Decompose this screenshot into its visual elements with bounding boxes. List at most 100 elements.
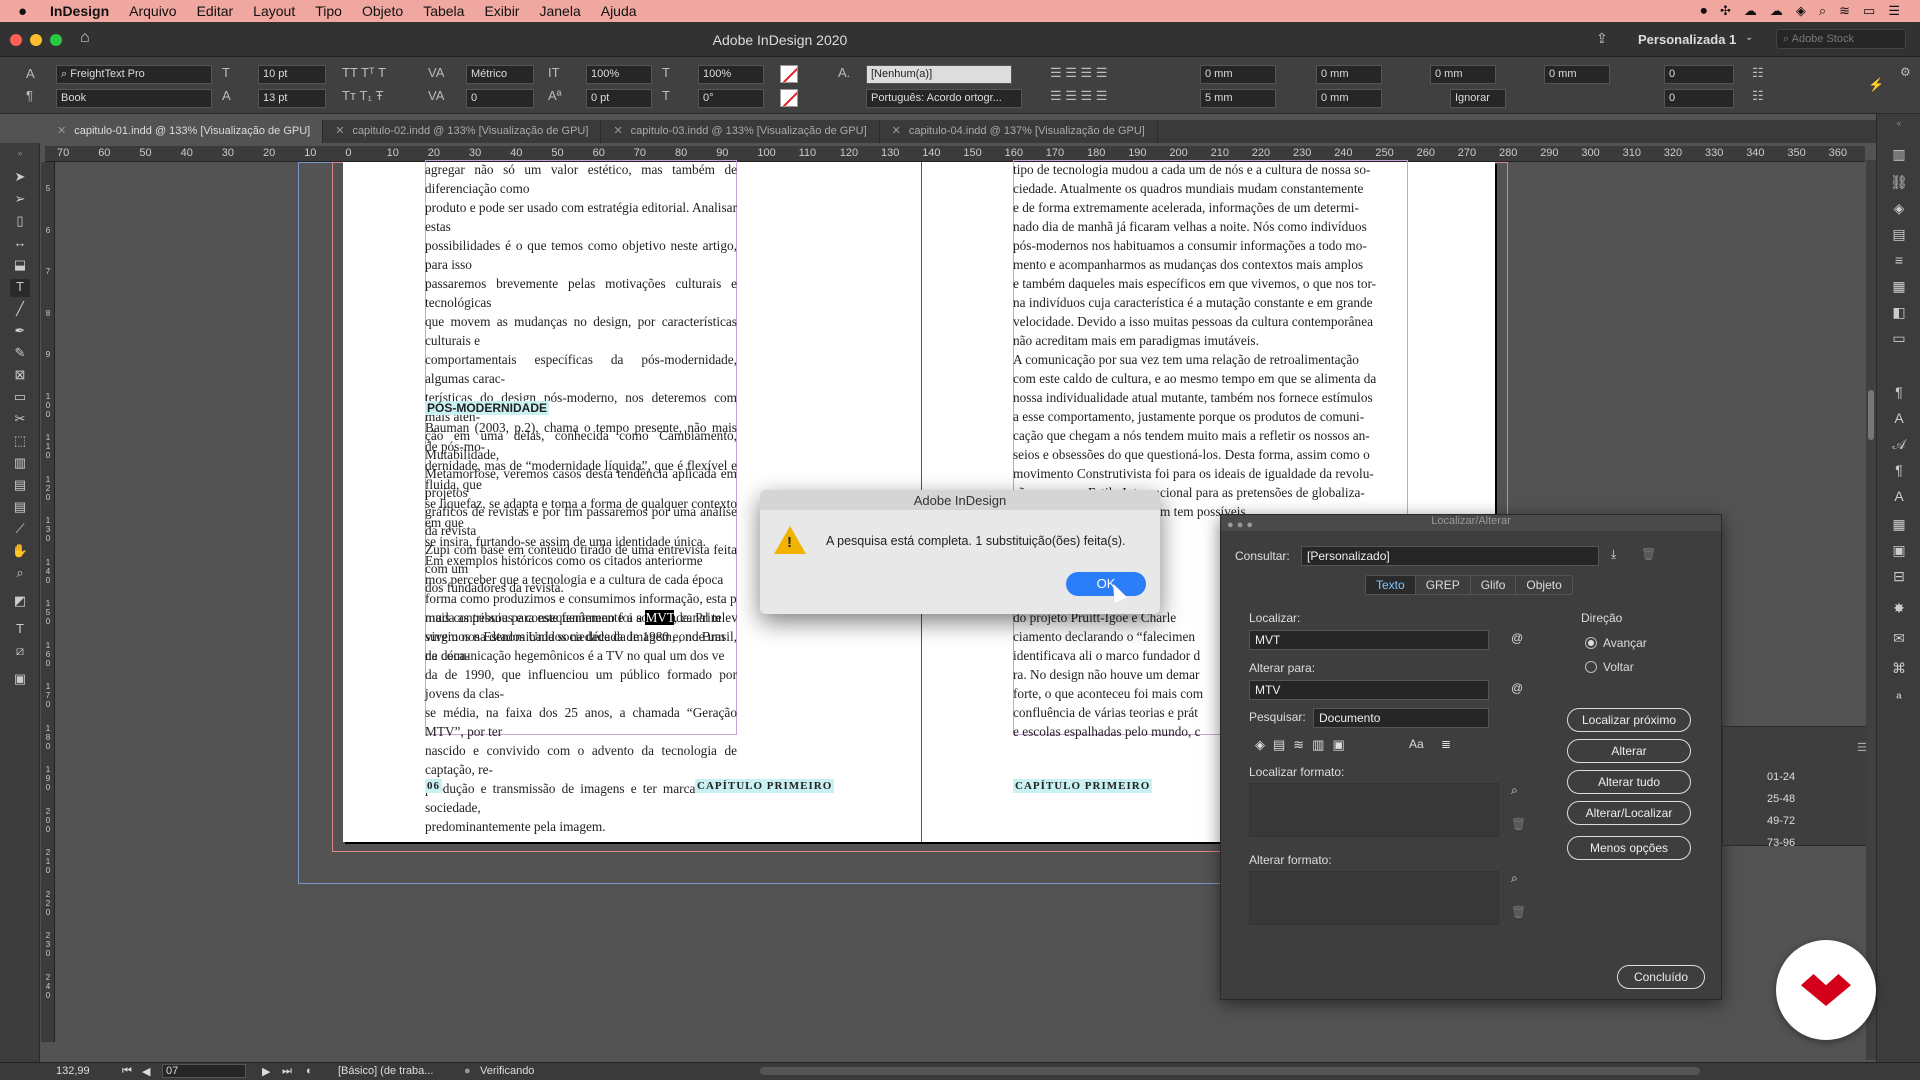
zoom-tool-icon[interactable]: ⌕ <box>10 565 30 583</box>
align-icon[interactable]: ⊟ <box>1889 568 1909 585</box>
menu-objeto[interactable]: Objeto <box>362 3 403 19</box>
free-transform-tool-icon[interactable]: ⬚ <box>10 433 30 451</box>
character-style-field[interactable]: [Nenhum(a)] <box>866 65 1012 84</box>
gradient-feather-tool-icon[interactable]: ▤ <box>10 477 30 495</box>
vertical-ruler[interactable]: 5 6 7 8 9 1 0 0 1 1 0 1 2 0 1 3 0 1 4 0 1 5 0 1 6 0… <box>41 162 55 1042</box>
gradient-tool-icon[interactable]: ▥ <box>10 455 30 473</box>
drop-cap-lines-field[interactable]: 0 <box>1664 65 1734 84</box>
search-scope-select[interactable]: Documento <box>1313 708 1489 728</box>
font-family-field[interactable]: ⌕ FreightText Pro <box>56 65 212 84</box>
tab-capitulo-02[interactable]: ✕ capitulo-02.indd @ 133% [Visualização d… <box>323 120 602 143</box>
small-caps-icon[interactable]: Tт T₁ Ŧ <box>342 88 383 103</box>
scrollbar-thumb[interactable] <box>1868 390 1874 440</box>
space-after-field[interactable]: 0 mm <box>1316 89 1382 108</box>
change-find-button[interactable]: Alterar/Localizar <box>1567 801 1691 825</box>
pencil-tool-icon[interactable]: ✎ <box>10 345 30 363</box>
page-range-2[interactable]: 25-48 <box>1767 793 1795 805</box>
first-page-icon[interactable]: ⏮ <box>122 1065 132 1078</box>
table-icon[interactable]: ▦ <box>1889 516 1909 533</box>
selection-tool-icon[interactable]: ➤ <box>10 169 30 187</box>
battery-icon[interactable]: ▭ <box>1863 3 1875 19</box>
tab-texto[interactable]: Texto <box>1366 576 1416 594</box>
character-icon[interactable]: A <box>1889 410 1909 426</box>
language-field[interactable]: Português: Acordo ortogr... <box>866 89 1022 108</box>
panel-header[interactable]: ● ● ● Localizar/Alterar <box>1221 515 1721 531</box>
hand-tool-icon[interactable]: ✋ <box>10 543 30 561</box>
text-frame-left-bottom[interactable]: surgiu nos Estados Unidos na década de 1… <box>425 627 737 836</box>
case-sensitive-icon[interactable]: Aa <box>1409 737 1424 751</box>
tab-capitulo-03[interactable]: ✕ capitulo-03.indd @ 133% [Visualização d… <box>601 120 880 143</box>
comments-icon[interactable]: ✉ <box>1889 630 1909 647</box>
stroke-swatch-none[interactable] <box>780 89 798 107</box>
change-format-box[interactable] <box>1249 871 1499 925</box>
window-controls-icon[interactable]: ● ● ● <box>1227 519 1253 531</box>
left-indent-field[interactable]: 0 mm <box>1200 65 1276 84</box>
page-tool-icon[interactable]: ▯ <box>10 213 30 231</box>
previous-page-icon[interactable]: ◀ <box>142 1065 150 1078</box>
adobe-stock-search[interactable]: ⌕ Adobe Stock <box>1776 29 1906 49</box>
forward-radio[interactable] <box>1585 637 1597 649</box>
fonts-icon[interactable]: ª <box>1889 690 1909 706</box>
eyedropper-tool-icon[interactable]: ⟋ <box>10 521 30 539</box>
paragraph-icon[interactable]: ¶ <box>1889 384 1909 400</box>
close-icon[interactable]: ✕ <box>892 125 901 137</box>
tab-glifo[interactable]: Glifo <box>1471 576 1517 594</box>
menu-editar[interactable]: Editar <box>197 3 234 19</box>
first-line-indent-field[interactable]: 5 mm <box>1200 89 1276 108</box>
workspace-profile-field[interactable]: [Básico] (de traba... <box>338 1065 433 1077</box>
trash-icon[interactable]: 🗑 <box>1641 547 1656 561</box>
chevron-down-icon[interactable]: ⌄ <box>1745 32 1753 43</box>
swatches-icon[interactable]: ▦ <box>1889 278 1909 295</box>
leading-field[interactable]: 13 pt <box>258 89 326 108</box>
all-caps-icon[interactable]: TT Tᵀ T <box>342 65 386 80</box>
content-collector-icon[interactable]: ⬓ <box>10 257 30 275</box>
screen-mode-icon[interactable]: ▣ <box>10 671 30 689</box>
last-page-icon[interactable]: ⏭ <box>282 1065 292 1078</box>
menu-app[interactable]: InDesign <box>50 3 109 19</box>
bullets-icon[interactable]: ☷ <box>1752 65 1764 81</box>
effects-icon[interactable]: ✸ <box>1889 600 1909 617</box>
align-to-grid-field[interactable]: Ignorar <box>1450 89 1506 108</box>
clear-find-format-icon[interactable]: 🗑 <box>1511 817 1526 831</box>
page-number-field[interactable]: 07 <box>162 1064 246 1078</box>
find-format-icon[interactable]: ⌕ <box>1511 783 1518 798</box>
vertical-scale-field[interactable]: 100% <box>586 65 652 84</box>
control-center-icon[interactable]: ☰ <box>1888 3 1900 19</box>
menu-tipo[interactable]: Tipo <box>315 3 342 19</box>
zoom-level-field[interactable]: 132,99 <box>56 1065 90 1077</box>
cloud-icon[interactable]: ☁ <box>1770 3 1783 19</box>
note-tool-icon[interactable]: ▤ <box>10 499 30 517</box>
quick-apply-icon[interactable]: ⚡ <box>1868 77 1884 93</box>
collapse-icon[interactable]: « <box>1889 118 1909 128</box>
change-format-icon[interactable]: ⌕ <box>1511 871 1518 886</box>
settings-icon[interactable]: ✣ <box>1720 3 1731 19</box>
backward-radio[interactable] <box>1585 661 1597 673</box>
open-page-icon[interactable]: ◐ <box>306 1065 313 1077</box>
baseline-shift-field[interactable]: 0 pt <box>586 89 652 108</box>
tracking-field[interactable]: 0 <box>466 89 534 108</box>
vertical-scrollbar[interactable] <box>1866 160 1876 1060</box>
scripts-icon[interactable]: ⌘ <box>1889 660 1909 677</box>
apply-none-icon[interactable]: ⧄ <box>10 643 30 661</box>
tab-grep[interactable]: GREP <box>1416 576 1471 594</box>
gear-icon[interactable]: ⚙ <box>1900 65 1911 79</box>
fewer-options-button[interactable]: Menos opções <box>1567 836 1691 860</box>
direct-selection-tool-icon[interactable]: ➢ <box>10 191 30 209</box>
workspace-switcher[interactable]: Personalizada 1 <box>1638 32 1736 47</box>
clear-change-format-icon[interactable]: 🗑 <box>1511 905 1526 919</box>
right-indent-field[interactable]: 0 mm <box>1316 65 1382 84</box>
gradient-icon[interactable]: ▭ <box>1889 330 1909 347</box>
rectangle-tool-icon[interactable]: ▭ <box>10 389 30 407</box>
apple-icon[interactable]: ● <box>18 3 36 20</box>
fill-stroke-swatch-icon[interactable]: ◩ <box>10 593 30 611</box>
font-size-field[interactable]: 10 pt <box>258 65 326 84</box>
preflight-status[interactable]: Verificando <box>480 1065 534 1077</box>
special-chars-change-icon[interactable]: @ <box>1511 681 1523 695</box>
special-chars-find-icon[interactable]: @ <box>1511 631 1523 645</box>
creative-cloud-icon[interactable]: ☁ <box>1744 3 1757 19</box>
character-mode-icon[interactable]: A <box>26 66 35 81</box>
color-icon[interactable]: ◧ <box>1889 304 1909 321</box>
query-select[interactable]: [Personalizado] <box>1301 546 1599 566</box>
page-range-4[interactable]: 73-96 <box>1767 837 1795 849</box>
menu-exibir[interactable]: Exibir <box>484 3 519 19</box>
